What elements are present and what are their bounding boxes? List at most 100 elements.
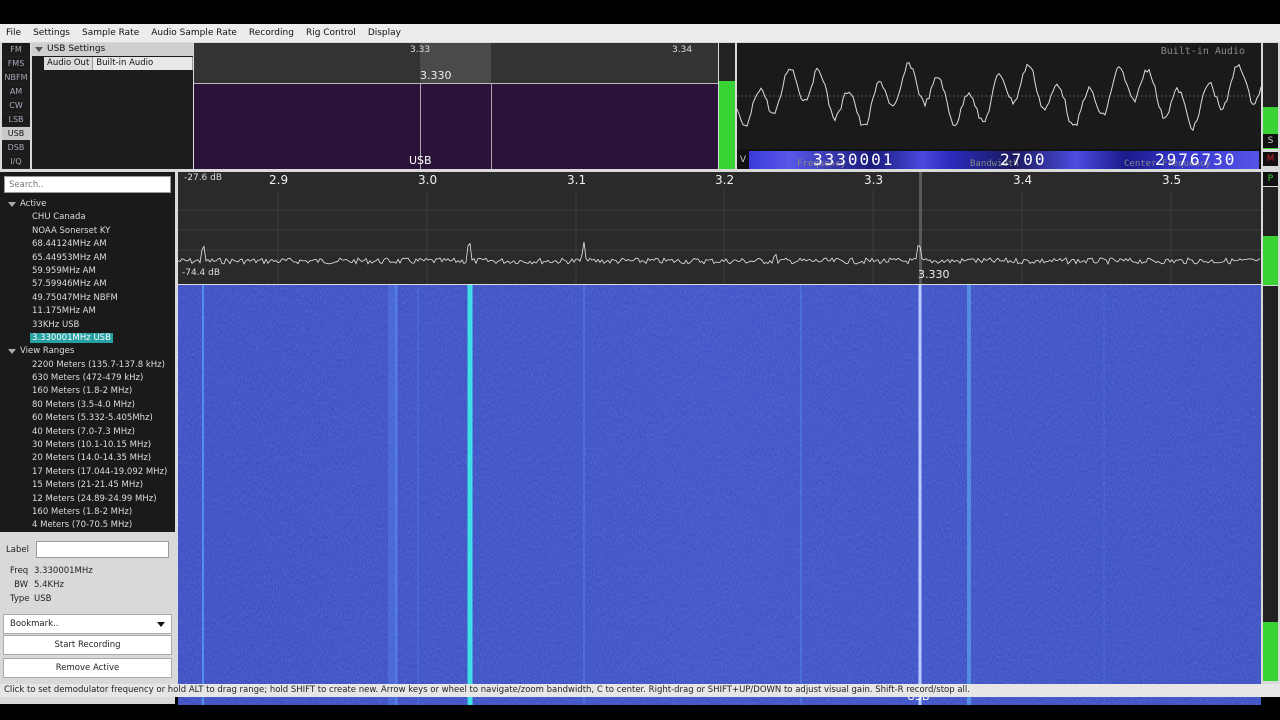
label-row: Label [6, 541, 169, 558]
center-frequency-value[interactable]: 2976730 [1155, 151, 1236, 169]
list-item[interactable]: NOAA Sonerset KY [0, 225, 175, 238]
list-item[interactable]: 40 Meters (7.0-7.3 MHz) [0, 426, 175, 439]
tree-group-label: Active [20, 199, 47, 209]
menu-display[interactable]: Display [362, 24, 407, 42]
remove-active-button[interactable]: Remove Active [3, 658, 172, 678]
list-item[interactable]: 4 Meters (70-70.5 MHz) [0, 519, 175, 532]
audio-out-row[interactable]: Audio Out Built-in Audio [44, 57, 193, 70]
v-toggle-button[interactable]: V [737, 151, 749, 169]
mode-am-button[interactable]: AM [2, 85, 30, 99]
list-item[interactable]: 49.75047MHz NBFM [0, 292, 175, 305]
list-item[interactable]: 80 Meters (3.5-4.0 MHz) [0, 399, 175, 412]
list-item[interactable]: 2200 Meters (135.7-137.8 kHz) [0, 359, 175, 372]
main-spectrum[interactable]: -27.6 dB -74.4 dB 2.9 3.0 3.1 3.2 3.3 3.4 3.5 … [178, 172, 1261, 284]
spectrum-tick-label: 3.4 [1013, 173, 1033, 187]
waterfall-signal-line [800, 285, 802, 705]
label-input[interactable] [36, 541, 169, 558]
frequency-value[interactable]: 3330001 [813, 151, 894, 169]
waterfall-noise [178, 285, 1261, 705]
label-field-label: Label [6, 544, 29, 555]
list-item[interactable]: 65.44953MHz AM [0, 252, 175, 265]
list-item[interactable]: 30 Meters (10.1-10.15 MHz) [0, 439, 175, 452]
app-window: File Settings Sample Rate Audio Sample R… [0, 24, 1280, 705]
spectrum-tick-label: 3.2 [715, 173, 735, 187]
type-value: USB [34, 594, 52, 604]
spectrum-tick-label: 3.3 [864, 173, 884, 187]
collapse-icon [35, 47, 43, 52]
mode-usb-button[interactable]: USB [2, 127, 30, 141]
mode-nbfm-button[interactable]: NBFM [2, 71, 30, 85]
list-item[interactable]: 68.44124MHz AM [0, 238, 175, 251]
mode-cw-button[interactable]: CW [2, 99, 30, 113]
p-toggle-button[interactable]: P [1263, 172, 1278, 186]
list-item[interactable]: 160 Meters (1.8-2 MHz) [0, 506, 175, 519]
spectrum-gain-meter[interactable] [1263, 187, 1278, 285]
list-item[interactable]: 57.59946MHz AM [0, 278, 175, 291]
waterfall-speed-meter[interactable] [1263, 286, 1278, 681]
mode-lsb-button[interactable]: LSB [2, 113, 30, 127]
settings-title: USB Settings [47, 44, 106, 54]
menu-bar: File Settings Sample Rate Audio Sample R… [0, 24, 1280, 42]
bookmark-search-input[interactable] [4, 176, 171, 193]
spectrum-gain-fill [1263, 236, 1278, 285]
spectrum-tick-label: 3.1 [567, 173, 587, 187]
chevron-down-icon [157, 621, 165, 627]
s-toggle-button[interactable]: S [1263, 134, 1278, 148]
waterfall-signal-line [918, 285, 922, 705]
spectrum-top-db: -27.6 dB [184, 173, 223, 183]
menu-audio-sample-rate[interactable]: Audio Sample Rate [145, 24, 243, 42]
bw-key: BW [14, 580, 28, 590]
demod-settings-panel: USB Settings Audio Out Built-in Audio [32, 43, 193, 169]
list-item[interactable]: 17 Meters (17.044-19.092 MHz) [0, 466, 175, 479]
spectrum-tick-label: 3.0 [418, 173, 438, 187]
mode-dsb-button[interactable]: DSB [2, 141, 30, 155]
list-item[interactable]: CHU Canada [0, 211, 175, 224]
list-item[interactable]: 160 Meters (1.8-2 MHz) [0, 385, 175, 398]
list-item[interactable]: 12 Meters (24.89-24.99 MHz) [0, 493, 175, 506]
list-item-selected[interactable]: 3.330001MHz USB [0, 332, 175, 345]
menu-settings[interactable]: Settings [27, 24, 76, 42]
demod-spectrum-view[interactable]: 3.33 3.34 3.330 USB [194, 43, 718, 169]
waterfall-display[interactable]: USB [178, 285, 1261, 705]
mode-iq-button[interactable]: I/Q [2, 155, 30, 169]
list-item[interactable]: 630 Meters (472-479 kHz) [0, 372, 175, 385]
waterfall-speed-fill [1263, 621, 1278, 681]
bookmark-dropdown[interactable]: Bookmark.. [3, 614, 172, 634]
demod-tick-left: 3.33 [410, 45, 431, 55]
mode-fm-button[interactable]: FM [2, 43, 30, 57]
start-recording-button[interactable]: Start Recording [3, 635, 172, 655]
waterfall-signal-line [583, 285, 585, 705]
audio-scope: Built-in Audio [737, 43, 1261, 149]
menu-recording[interactable]: Recording [243, 24, 300, 42]
demod-tick-right: 3.34 [672, 45, 693, 55]
settings-header[interactable]: USB Settings [32, 43, 193, 56]
selected-bookmark-label: 3.330001MHz USB [30, 332, 113, 343]
waterfall-signal-line [388, 285, 394, 705]
audio-out-value[interactable]: Built-in Audio [93, 57, 193, 70]
audio-level-meter[interactable] [719, 43, 735, 169]
spectrum-trace [178, 242, 1261, 266]
expand-icon [8, 349, 16, 355]
list-item[interactable]: 15 Meters (21-21.45 MHz) [0, 479, 175, 492]
list-item[interactable]: 11.175MHz AM [0, 305, 175, 318]
m-toggle-button[interactable]: M [1263, 152, 1278, 166]
tree-group-active[interactable]: Active [0, 198, 175, 211]
scope-waveform [737, 61, 1261, 132]
list-item[interactable]: 33KHz USB [0, 319, 175, 332]
waterfall-signal-line [1103, 285, 1105, 705]
mode-selector: FM FMS NBFM AM CW LSB USB DSB I/Q [2, 43, 30, 169]
menu-file[interactable]: File [0, 24, 27, 42]
mode-fms-button[interactable]: FMS [2, 57, 30, 71]
waterfall-signal-line [467, 285, 473, 705]
list-item[interactable]: 59.959MHz AM [0, 265, 175, 278]
freq-value: 3.330001MHz [34, 566, 93, 576]
menu-rig-control[interactable]: Rig Control [300, 24, 362, 42]
list-item[interactable]: 20 Meters (14.0-14.35 MHz) [0, 452, 175, 465]
list-item[interactable]: 60 Meters (5.332-5.405Mhz) [0, 412, 175, 425]
menu-sample-rate[interactable]: Sample Rate [76, 24, 145, 42]
waterfall-signal-line [202, 285, 204, 705]
type-row: Type USB [10, 594, 51, 604]
tree-group-view-ranges[interactable]: View Ranges [0, 345, 175, 358]
audio-out-label: Audio Out [44, 57, 94, 70]
bandwidth-value[interactable]: 2700 [1000, 151, 1047, 169]
